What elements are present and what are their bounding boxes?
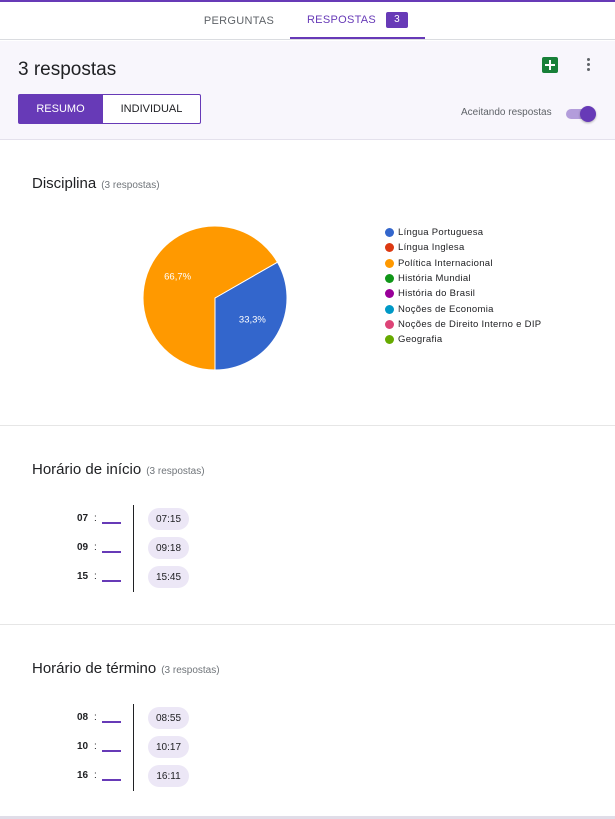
tab-respostas-label: RESPOSTAS — [306, 13, 377, 26]
accepting-responses-label: Aceitando respostas — [461, 107, 552, 118]
time-hour: 10 — [77, 741, 89, 752]
sheets-icon[interactable] — [542, 57, 558, 73]
time-colon: : — [94, 542, 97, 553]
question-title-disciplina: Disciplina (3 respostas) — [32, 175, 160, 192]
card-divider — [0, 624, 615, 625]
legend-swatch — [385, 289, 394, 299]
pie-slice[interactable] — [214, 261, 288, 371]
time-row: 08: 08:55 — [0, 707, 615, 729]
legend-swatch — [385, 319, 394, 329]
time-chip[interactable]: 16:11 — [148, 765, 189, 787]
legend-item: História do Brasil — [385, 286, 541, 301]
question-title-text: Horário de término — [32, 660, 157, 677]
time-hour: 16 — [77, 770, 89, 781]
legend-label: História do Brasil — [398, 288, 476, 300]
time-chip[interactable]: 15:45 — [148, 566, 189, 588]
time-row: 07: 07:15 — [0, 508, 615, 530]
responses-count-title: 3 respostas — [18, 59, 117, 80]
legend-label: Noções de Direito Interno e DIP — [398, 318, 542, 330]
time-colon: : — [94, 513, 97, 524]
legend-swatch — [385, 243, 394, 253]
question-response-count: (3 respostas) — [146, 466, 205, 477]
legend-item: Noções de Direito Interno e DIP — [385, 317, 541, 332]
legend-label: Língua Inglesa — [398, 242, 465, 254]
time-bar — [102, 551, 121, 553]
responses-count-badge: 3 — [386, 11, 409, 28]
time-bar — [102, 750, 121, 752]
pie-slice[interactable] — [142, 225, 279, 371]
time-chip[interactable]: 08:55 — [148, 707, 189, 729]
more-vert-icon[interactable] — [580, 56, 596, 74]
question-response-count: (3 respostas) — [161, 665, 220, 676]
time-hour: 15 — [77, 571, 89, 582]
legend-label: Geografia — [398, 334, 443, 346]
question-title-text: Horário de início — [32, 461, 142, 478]
legend-item: Noções de Economia — [385, 301, 541, 316]
time-colon: : — [94, 741, 97, 752]
question-title-termino: Horário de término (3 respostas) — [32, 660, 220, 677]
summary-button[interactable]: RESUMO — [18, 94, 103, 124]
pie-slice-label: 33,3% — [239, 315, 266, 326]
question-response-count: (3 respostas) — [101, 180, 160, 191]
pie-slice-label: 66,7% — [164, 271, 191, 282]
legend-swatch — [385, 258, 394, 268]
time-row: 15: 15:45 — [0, 566, 615, 588]
individual-button[interactable]: INDIVIDUAL — [103, 94, 201, 124]
time-bar — [102, 522, 121, 524]
time-bar — [102, 721, 121, 723]
tab-respostas[interactable]: RESPOSTAS 3 — [290, 2, 425, 39]
legend-item: História Mundial — [385, 271, 541, 286]
time-row: 10: 10:17 — [0, 736, 615, 758]
accepting-responses-toggle[interactable] — [566, 106, 596, 122]
time-colon: : — [94, 712, 97, 723]
legend-swatch — [385, 274, 394, 284]
card-divider — [0, 425, 615, 426]
toggle-knob — [580, 106, 596, 122]
time-hour: 07 — [77, 513, 89, 524]
time-hour: 08 — [77, 712, 89, 723]
legend-swatch — [385, 228, 394, 238]
time-hour: 09 — [77, 542, 89, 553]
tab-bar: PERGUNTAS RESPOSTAS 3 — [0, 2, 615, 40]
legend-label: Política Internacional — [398, 257, 493, 269]
tab-perguntas-label: PERGUNTAS — [203, 14, 275, 27]
tab-perguntas[interactable]: PERGUNTAS — [190, 2, 288, 39]
time-colon: : — [94, 571, 97, 582]
pie-legend: Língua Portuguesa Língua Inglesa Política … — [385, 225, 541, 347]
legend-item: Língua Inglesa — [385, 240, 541, 255]
time-row: 09: 09:18 — [0, 537, 615, 559]
responses-header: 3 respostas RESUMO INDIVIDUAL Aceitando … — [0, 41, 615, 140]
legend-item: Geografia — [385, 332, 541, 347]
time-row: 16: 16:11 — [0, 765, 615, 787]
legend-swatch — [385, 335, 394, 345]
time-bar — [102, 580, 121, 582]
legend-label: História Mundial — [398, 273, 471, 285]
question-title-text: Disciplina — [32, 175, 97, 192]
legend-item: Língua Portuguesa — [385, 225, 541, 240]
question-title-inicio: Horário de início (3 respostas) — [32, 461, 205, 478]
time-colon: : — [94, 770, 97, 781]
legend-swatch — [385, 304, 394, 314]
time-bar — [102, 779, 121, 781]
time-chip[interactable]: 09:18 — [148, 537, 189, 559]
view-segmented-control: RESUMO INDIVIDUAL — [18, 94, 201, 124]
legend-item: Política Internacional — [385, 256, 541, 271]
time-chip[interactable]: 10:17 — [148, 736, 189, 758]
legend-label: Noções de Economia — [398, 303, 494, 315]
legend-label: Língua Portuguesa — [398, 227, 484, 239]
time-chip[interactable]: 07:15 — [148, 508, 189, 530]
